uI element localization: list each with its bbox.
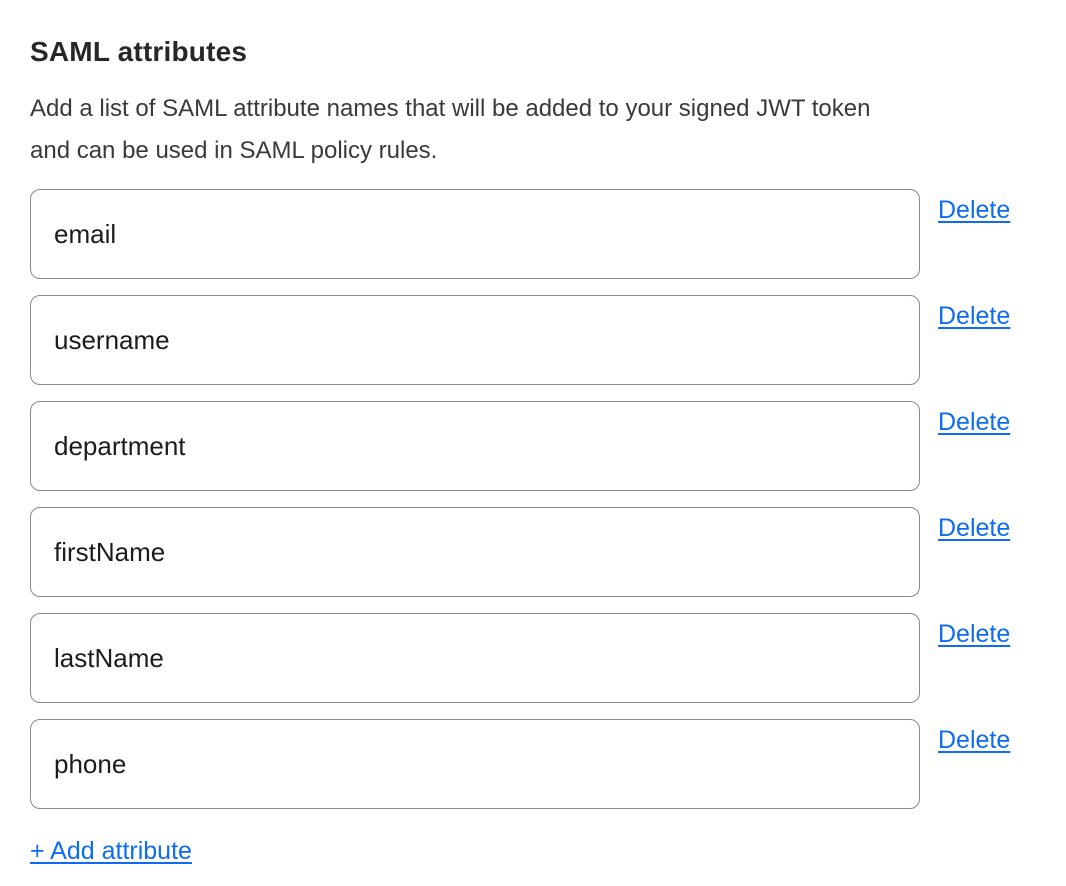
delete-link[interactable]: Delete (938, 726, 1010, 755)
section-description-line2: and can be used in SAML policy rules. (30, 130, 1023, 172)
attribute-input-department[interactable] (30, 401, 920, 491)
attribute-row: Delete (30, 719, 1023, 809)
attribute-input-email[interactable] (30, 189, 920, 279)
delete-link[interactable]: Delete (938, 514, 1010, 543)
page-title: SAML attributes (30, 36, 1023, 68)
attribute-row: Delete (30, 189, 1023, 279)
attribute-list: Delete Delete Delete Delete Delete Delet… (30, 189, 1023, 809)
section-description-line1: Add a list of SAML attribute names that … (30, 88, 1023, 130)
delete-link[interactable]: Delete (938, 196, 1010, 225)
attribute-row: Delete (30, 613, 1023, 703)
delete-link[interactable]: Delete (938, 408, 1010, 437)
attribute-input-firstname[interactable] (30, 507, 920, 597)
delete-link[interactable]: Delete (938, 620, 1010, 649)
add-attribute-link[interactable]: + Add attribute (30, 837, 192, 866)
section-description: Add a list of SAML attribute names that … (30, 88, 1023, 172)
delete-link[interactable]: Delete (938, 302, 1010, 331)
attribute-row: Delete (30, 401, 1023, 491)
attribute-input-lastname[interactable] (30, 613, 920, 703)
attribute-input-username[interactable] (30, 295, 920, 385)
saml-attributes-section: SAML attributes Add a list of SAML attri… (0, 0, 1066, 886)
attribute-input-phone[interactable] (30, 719, 920, 809)
attribute-row: Delete (30, 295, 1023, 385)
attribute-row: Delete (30, 507, 1023, 597)
